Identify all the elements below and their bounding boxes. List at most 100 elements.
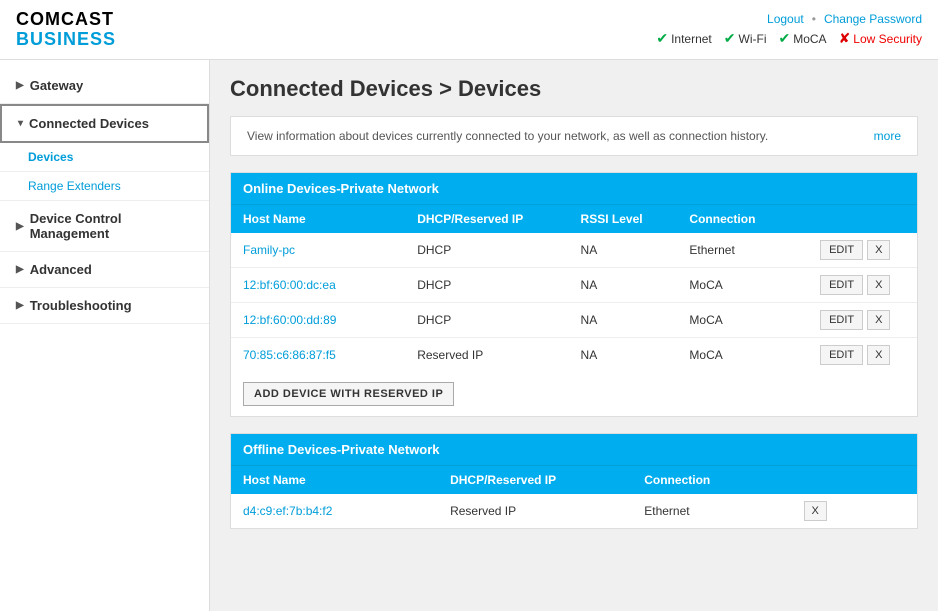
- online-rssi-2: NA: [569, 303, 678, 338]
- offline-col-header-dhcp: DHCP/Reserved IP: [438, 466, 632, 495]
- logo: COMCAST BUSINESS: [16, 10, 116, 50]
- edit-button-2[interactable]: EDIT: [820, 310, 863, 330]
- remove-button-1[interactable]: X: [867, 275, 890, 295]
- online-rssi-3: NA: [569, 338, 678, 373]
- offline-col-header-actions: [788, 466, 917, 495]
- check-icon-wifi: ✔: [724, 30, 736, 47]
- offline-hostname-link-0[interactable]: d4:c9:ef:7b:b4:f2: [243, 504, 332, 518]
- online-table-row: Family-pc DHCP NA Ethernet EDIT X: [231, 233, 917, 268]
- check-icon-internet: ✔: [656, 30, 668, 47]
- more-link[interactable]: more: [874, 129, 901, 143]
- edit-button-0[interactable]: EDIT: [820, 240, 863, 260]
- online-connection-3: MoCA: [677, 338, 808, 373]
- logout-link[interactable]: Logout: [767, 12, 804, 26]
- header: COMCAST BUSINESS Logout • Change Passwor…: [0, 0, 938, 60]
- info-text: View information about devices currently…: [247, 129, 768, 143]
- status-security-label: Low Security: [853, 32, 922, 46]
- sidebar-item-troubleshooting[interactable]: ▶ Troubleshooting: [0, 288, 209, 324]
- offline-table-row: d4:c9:ef:7b:b4:f2 Reserved IP Ethernet X: [231, 494, 917, 528]
- online-hostname-link-2[interactable]: 12:bf:60:00:dd:89: [243, 313, 336, 327]
- col-header-actions: [808, 205, 917, 234]
- status-wifi-label: Wi-Fi: [739, 32, 767, 46]
- online-actions-0: EDIT X: [808, 233, 917, 268]
- col-header-rssi: RSSI Level: [569, 205, 678, 234]
- remove-button-2[interactable]: X: [867, 310, 890, 330]
- offline-devices-header: Offline Devices-Private Network: [231, 434, 917, 465]
- edit-button-1[interactable]: EDIT: [820, 275, 863, 295]
- online-actions-2: EDIT X: [808, 303, 917, 338]
- status-moca-label: MoCA: [793, 32, 826, 46]
- online-dhcp-0: DHCP: [405, 233, 568, 268]
- online-devices-table: Host Name DHCP/Reserved IP RSSI Level Co…: [231, 204, 917, 372]
- header-links: Logout • Change Password: [767, 12, 922, 26]
- offline-dhcp-0: Reserved IP: [438, 494, 632, 528]
- sidebar-item-advanced-label: Advanced: [30, 262, 92, 277]
- edit-button-3[interactable]: EDIT: [820, 345, 863, 365]
- offline-devices-section: Offline Devices-Private Network Host Nam…: [230, 433, 918, 529]
- remove-button-3[interactable]: X: [867, 345, 890, 365]
- offline-connection-0: Ethernet: [632, 494, 787, 528]
- offline-remove-button-0[interactable]: X: [804, 501, 827, 521]
- sidebar-item-troubleshooting-label: Troubleshooting: [30, 298, 132, 313]
- sidebar-item-devices-sub[interactable]: Devices: [0, 143, 209, 172]
- status-wifi: ✔ Wi-Fi: [724, 30, 767, 47]
- sidebar-item-device-control-label: Device Control Management: [30, 211, 193, 241]
- offline-table-header-row: Host Name DHCP/Reserved IP Connection: [231, 466, 917, 495]
- add-device-button[interactable]: ADD DEVICE WITH RESERVED IP: [243, 382, 454, 406]
- online-hostname-3: 70:85:c6:86:87:f5: [231, 338, 405, 373]
- offline-col-header-connection: Connection: [632, 466, 787, 495]
- online-actions-1: EDIT X: [808, 268, 917, 303]
- sidebar-item-connected-devices[interactable]: ▾ Connected Devices: [0, 104, 209, 143]
- sidebar-item-connected-devices-label: Connected Devices: [29, 116, 149, 131]
- col-header-hostname: Host Name: [231, 205, 405, 234]
- page-title: Connected Devices > Devices: [230, 76, 918, 102]
- offline-devices-table: Host Name DHCP/Reserved IP Connection d4…: [231, 465, 917, 528]
- sidebar-item-device-control[interactable]: ▶ Device Control Management: [0, 201, 209, 252]
- online-devices-section: Online Devices-Private Network Host Name…: [230, 172, 918, 417]
- online-dhcp-1: DHCP: [405, 268, 568, 303]
- arrow-icon-troubleshooting: ▶: [16, 300, 24, 311]
- status-security: ✘ Low Security: [839, 30, 922, 47]
- online-dhcp-2: DHCP: [405, 303, 568, 338]
- header-right: Logout • Change Password ✔ Internet ✔ Wi…: [656, 12, 922, 47]
- change-password-link[interactable]: Change Password: [824, 12, 922, 26]
- sidebar-item-gateway-label: Gateway: [30, 78, 83, 93]
- online-hostname-0: Family-pc: [231, 233, 405, 268]
- arrow-icon-connected-devices: ▾: [18, 118, 23, 129]
- online-hostname-link-1[interactable]: 12:bf:60:00:dc:ea: [243, 278, 336, 292]
- sidebar-item-range-extenders-label: Range Extenders: [28, 179, 121, 193]
- online-connection-2: MoCA: [677, 303, 808, 338]
- status-moca: ✔ MoCA: [778, 30, 826, 47]
- online-hostname-link-3[interactable]: 70:85:c6:86:87:f5: [243, 348, 336, 362]
- online-connection-1: MoCA: [677, 268, 808, 303]
- online-devices-header: Online Devices-Private Network: [231, 173, 917, 204]
- layout: ▶ Gateway ▾ Connected Devices Devices Ra…: [0, 60, 938, 611]
- online-table-header-row: Host Name DHCP/Reserved IP RSSI Level Co…: [231, 205, 917, 234]
- info-box: View information about devices currently…: [230, 116, 918, 156]
- sidebar-item-devices-label: Devices: [28, 150, 73, 164]
- main-content: Connected Devices > Devices View informa…: [210, 60, 938, 611]
- sidebar-item-advanced[interactable]: ▶ Advanced: [0, 252, 209, 288]
- online-hostname-link-0[interactable]: Family-pc: [243, 243, 295, 257]
- arrow-icon-device-control: ▶: [16, 221, 24, 232]
- add-device-container: ADD DEVICE WITH RESERVED IP: [231, 372, 917, 416]
- status-internet: ✔ Internet: [656, 30, 711, 47]
- online-table-row: 12:bf:60:00:dd:89 DHCP NA MoCA EDIT X: [231, 303, 917, 338]
- offline-col-header-hostname: Host Name: [231, 466, 438, 495]
- arrow-icon-gateway: ▶: [16, 80, 24, 91]
- status-bar: ✔ Internet ✔ Wi-Fi ✔ MoCA ✘ Low Security: [656, 30, 922, 47]
- logo-business: BUSINESS: [16, 30, 116, 50]
- col-header-connection: Connection: [677, 205, 808, 234]
- status-internet-label: Internet: [671, 32, 712, 46]
- sidebar: ▶ Gateway ▾ Connected Devices Devices Ra…: [0, 60, 210, 611]
- check-icon-moca: ✔: [778, 30, 790, 47]
- remove-button-0[interactable]: X: [867, 240, 890, 260]
- sidebar-item-range-extenders-sub[interactable]: Range Extenders: [0, 172, 209, 201]
- offline-hostname-0: d4:c9:ef:7b:b4:f2: [231, 494, 438, 528]
- arrow-icon-advanced: ▶: [16, 264, 24, 275]
- col-header-dhcp: DHCP/Reserved IP: [405, 205, 568, 234]
- online-hostname-2: 12:bf:60:00:dd:89: [231, 303, 405, 338]
- sidebar-item-gateway[interactable]: ▶ Gateway: [0, 68, 209, 104]
- header-separator: •: [812, 12, 816, 26]
- logo-comcast: COMCAST: [16, 10, 116, 30]
